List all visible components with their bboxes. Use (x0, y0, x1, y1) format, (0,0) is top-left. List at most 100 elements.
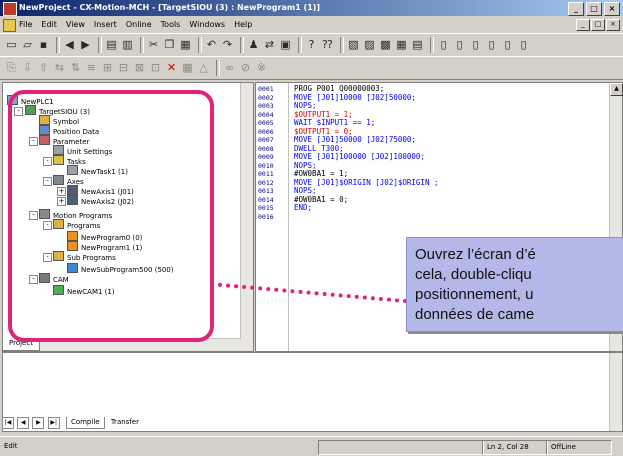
unlink-icon[interactable]: ⊘ (238, 60, 253, 75)
program-icon[interactable]: ⊞ (100, 60, 115, 75)
table-icon[interactable]: ▦ (180, 60, 195, 75)
callout-line-1: Ouvrez l’écran d’é (415, 246, 536, 263)
cam-icon[interactable]: ⊠ (132, 60, 147, 75)
maximize-button[interactable]: □ (586, 2, 602, 16)
project-vertical-scrollbar[interactable] (240, 83, 253, 351)
transfer-icon[interactable]: ⇅ (68, 60, 83, 75)
menu-edit[interactable]: Edit (41, 17, 57, 32)
upload-icon[interactable]: ⇧ (36, 60, 51, 75)
properties-icon[interactable]: ▣ (278, 37, 293, 52)
stop-icon[interactable]: ▯ (436, 37, 451, 52)
view-monitor-icon[interactable]: ▦ (394, 37, 409, 52)
subprogram-icon[interactable]: ⊟ (116, 60, 131, 75)
first-tab-icon[interactable]: |◀ (2, 417, 14, 429)
callout-line-3: positionnement, u (415, 286, 534, 303)
online-toolbar: ⎘ ⇩ ⇧ ⇆ ⇅ ≡ ⊞ ⊟ ⊠ ⊡ ✕ ▦ △ ∞ ⊘ ※ (0, 56, 623, 80)
document-icon[interactable] (3, 19, 16, 32)
callout-line-2: cela, double-cliqu (415, 266, 532, 283)
reset-icon[interactable]: ▯ (500, 37, 515, 52)
line-number: 0012 (258, 178, 274, 187)
delete-icon[interactable]: ✕ (164, 60, 179, 75)
tab-compile[interactable]: Compile (65, 417, 105, 429)
open-icon[interactable]: ▱ (20, 37, 35, 52)
close-button[interactable]: × (604, 2, 620, 16)
settings-icon[interactable]: ※ (254, 60, 269, 75)
copy-icon[interactable]: ❐ (162, 37, 177, 52)
menu-help[interactable]: Help (234, 17, 252, 32)
menu-windows[interactable]: Windows (189, 17, 225, 32)
menu-online[interactable]: Online (126, 17, 152, 32)
view-project-icon[interactable]: ▧ (346, 37, 361, 52)
callout-line-4: données de came (415, 306, 535, 323)
forward-icon[interactable]: ▶ (78, 37, 93, 52)
line-number: 0008 (258, 144, 274, 153)
line-number: 0015 (258, 204, 274, 212)
line-number: 0011 (258, 170, 274, 178)
warning-icon[interactable]: △ (196, 60, 211, 75)
axis-icon[interactable]: ≡ (84, 60, 99, 75)
line-number: 0013 (258, 187, 274, 195)
prev-tab-icon[interactable]: ◀ (17, 417, 30, 429)
save-icon[interactable]: ▪ (36, 37, 51, 52)
print-preview-icon[interactable]: ▤ (104, 37, 119, 52)
pause-icon[interactable]: ▯ (484, 37, 499, 52)
line-number: 0009 (258, 153, 274, 161)
menu-file[interactable]: File (19, 17, 32, 32)
minimize-button[interactable]: _ (568, 2, 584, 16)
menu-view[interactable]: View (66, 17, 85, 32)
menu-tools[interactable]: Tools (161, 17, 181, 32)
status-position: Ln 2, Col 28 (482, 440, 548, 455)
menu-bar: File Edit View Insert Online Tools Windo… (0, 17, 623, 32)
line-number: 0010 (258, 161, 274, 170)
scroll-up-icon[interactable]: ▲ (610, 83, 623, 96)
print-icon[interactable]: ▥ (120, 37, 135, 52)
line-number: 0006 (258, 127, 274, 136)
mdi-restore-button[interactable]: □ (591, 19, 605, 31)
status-mode: Edit (4, 442, 18, 450)
line-number: 0005 (258, 119, 274, 127)
find-icon[interactable]: ♟ (246, 37, 261, 52)
position-icon[interactable]: ⊡ (148, 60, 163, 75)
back-icon[interactable]: ◀ (62, 37, 77, 52)
mdi-minimize-button[interactable]: _ (576, 19, 590, 31)
replace-icon[interactable]: ⇄ (262, 37, 277, 52)
status-connection: OffLine (546, 440, 612, 455)
output-tabs: |◀ ◀ ▶ ▶| Compile Transfer (2, 417, 143, 429)
line-number-gutter: 0001 0002 0003 0004 0005 0006 0007 0008 … (256, 83, 289, 351)
callout-box: Ouvrez l’écran d’é cela, double-cliqu po… (406, 237, 623, 332)
go-online-icon[interactable]: ⎘ (4, 60, 19, 75)
view-watch-icon[interactable]: ▩ (378, 37, 393, 52)
status-empty-panel (318, 440, 484, 455)
line-number: 0014 (258, 195, 274, 204)
run-icon[interactable]: ▯ (452, 37, 467, 52)
line-number: 0016 (258, 212, 274, 221)
output-vertical-scrollbar[interactable] (609, 353, 622, 431)
tab-transfer[interactable]: Transfer (107, 417, 143, 428)
monitor-icon[interactable]: ▯ (516, 37, 531, 52)
status-bar: Edit Ln 2, Col 28 OffLine (0, 436, 623, 456)
mdi-close-button[interactable]: × (606, 19, 620, 31)
highlight-frame (8, 90, 214, 342)
paste-icon[interactable]: ▦ (178, 37, 193, 52)
line-number: 0007 (258, 136, 274, 144)
line-number: 0003 (258, 102, 274, 110)
main-toolbar: ▭ ▱ ▪ ◀ ▶ ▤ ▥ ✂ ❐ ▦ ↶ ↷ ♟ ⇄ ▣ ? ⁇ ▧ ▨ ▩ … (0, 33, 623, 57)
new-icon[interactable]: ▭ (4, 37, 19, 52)
help-icon[interactable]: ? (304, 37, 319, 52)
cut-icon[interactable]: ✂ (146, 37, 161, 52)
step-icon[interactable]: ▯ (468, 37, 483, 52)
menu-insert[interactable]: Insert (94, 17, 117, 32)
redo-icon[interactable]: ↷ (220, 37, 235, 52)
undo-icon[interactable]: ↶ (204, 37, 219, 52)
view-window-icon[interactable]: ▤ (410, 37, 425, 52)
next-tab-icon[interactable]: ▶ (32, 417, 45, 429)
download-icon[interactable]: ⇩ (20, 60, 35, 75)
link-icon[interactable]: ∞ (222, 60, 237, 75)
title-bar: NewProject - CX-Motion-MCH - [TargetSIOU… (0, 0, 623, 16)
context-help-icon[interactable]: ⁇ (320, 37, 335, 52)
view-output-icon[interactable]: ▨ (362, 37, 377, 52)
compare-icon[interactable]: ⇆ (52, 60, 67, 75)
line-number: 0001 (258, 85, 274, 93)
app-icon[interactable] (3, 2, 17, 16)
last-tab-icon[interactable]: ▶| (47, 417, 60, 429)
